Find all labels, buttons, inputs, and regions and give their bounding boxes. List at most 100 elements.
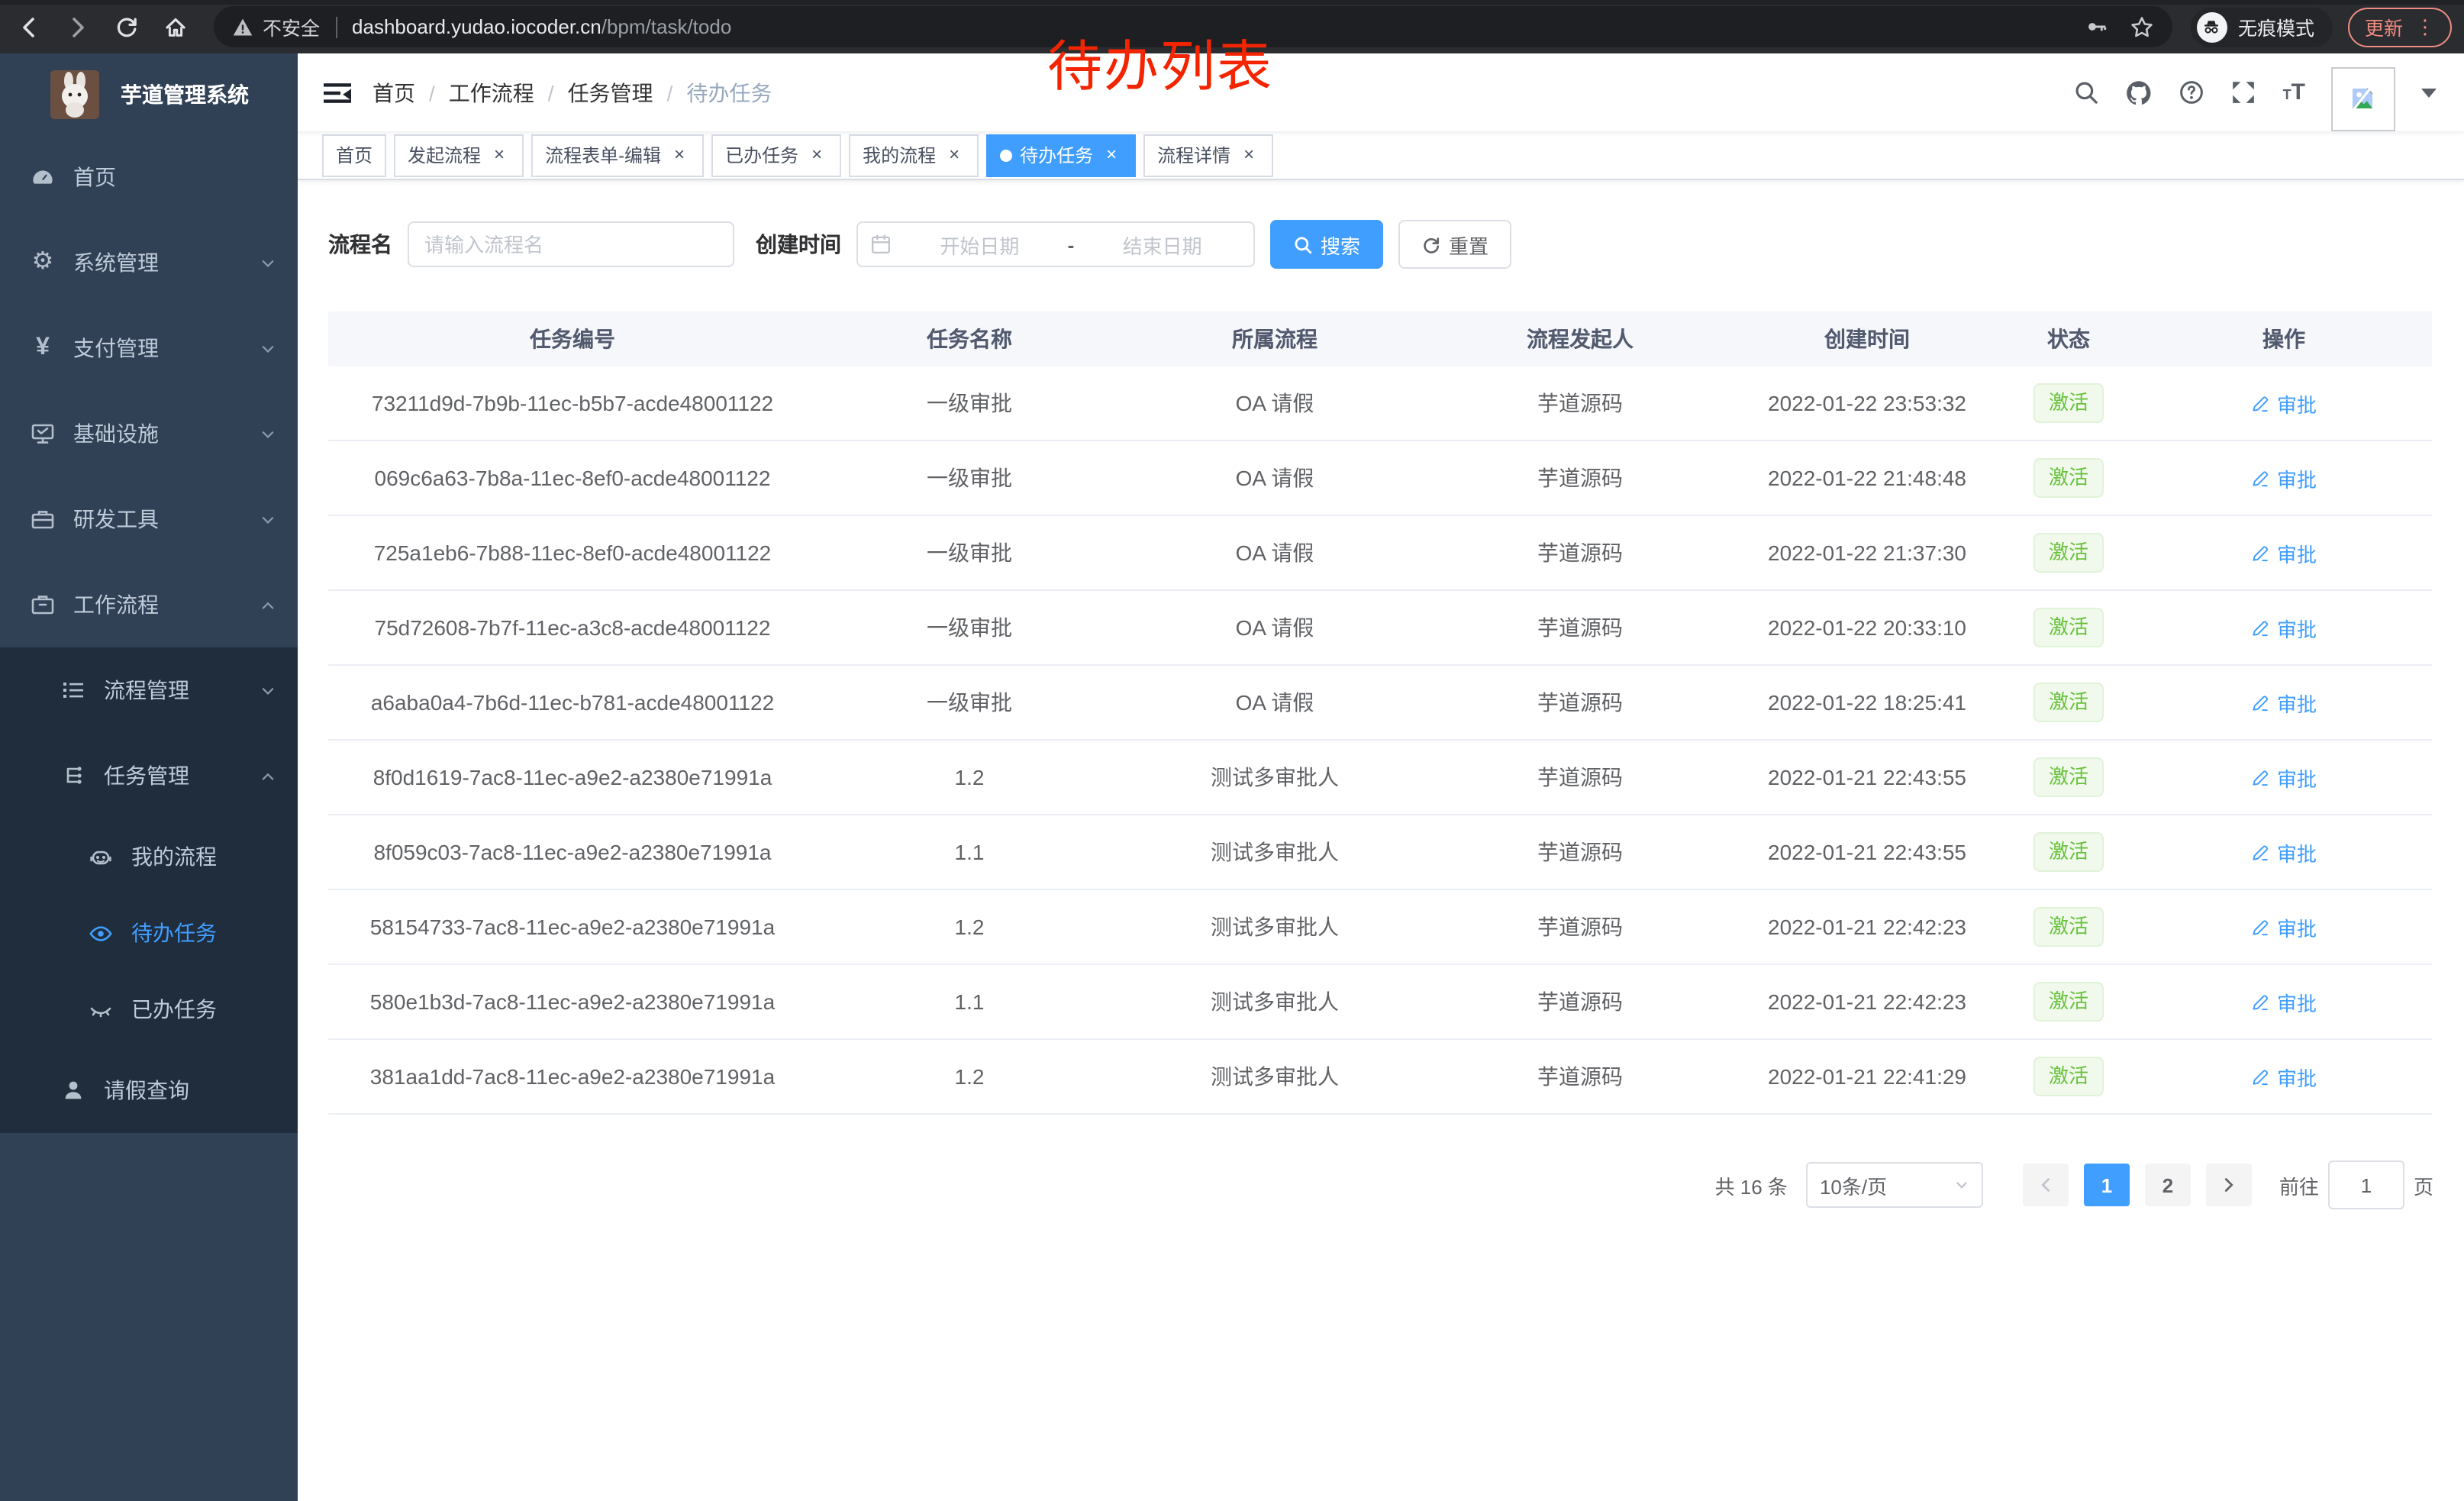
table-row: 580e1b3d-7ac8-11ec-a9e2-a2380e71991a 1.1… [328, 965, 2432, 1040]
approve-button[interactable]: 审批 [2251, 389, 2317, 418]
sidebar-item-todo-tasks[interactable]: 待办任务 [0, 895, 298, 971]
url-path: /bpm/task/todo [601, 15, 732, 38]
security-label: 不安全 [263, 12, 320, 41]
approve-button[interactable]: 审批 [2251, 838, 2317, 867]
prev-page-button[interactable] [2023, 1164, 2069, 1206]
breadcrumb-workflow[interactable]: 工作流程 [449, 77, 534, 108]
font-size-icon[interactable]: TT [2283, 79, 2305, 105]
close-icon[interactable]: × [943, 144, 965, 166]
cell-created: 2022-01-22 20:33:10 [1733, 615, 2001, 640]
close-icon[interactable]: × [1101, 144, 1122, 166]
table-row: 73211d9d-7b9b-11ec-b5b7-acde48001122 一级审… [328, 366, 2432, 441]
browser-menu-dots-icon[interactable]: ⋮ [2415, 15, 2435, 39]
eye-closed-icon [89, 996, 113, 1022]
edit-pen-icon [2251, 468, 2271, 488]
page-size-select[interactable]: 10条/页 [1806, 1162, 1983, 1208]
fullscreen-icon[interactable] [2231, 79, 2257, 105]
approve-button[interactable]: 审批 [2251, 912, 2317, 941]
tab-todo-tasks[interactable]: 待办任务× [986, 134, 1136, 176]
bookmark-star-icon[interactable] [2130, 15, 2154, 39]
sidebar-item-process-management[interactable]: 流程管理 [0, 647, 298, 733]
pagination: 共 16 条 10条/页 1 2 前往 页 [328, 1160, 2433, 1209]
sidebar-item-my-process[interactable]: 我的流程 [0, 818, 298, 895]
sidebar-item-label: 研发工具 [73, 504, 159, 534]
status-badge: 激活 [2033, 907, 2104, 947]
github-icon[interactable] [2126, 79, 2153, 106]
edit-pen-icon [2251, 767, 2271, 787]
sidebar-item-leave-query[interactable]: 请假查询 [0, 1047, 298, 1133]
sidebar-item-workflow[interactable]: 工作流程 [0, 562, 298, 647]
page-button-2[interactable]: 2 [2145, 1164, 2191, 1206]
sidebar-item-payment[interactable]: ¥ 支付管理 [0, 305, 298, 391]
process-name-label: 流程名 [328, 229, 392, 260]
sidebar-item-infrastructure[interactable]: 基础设施 [0, 391, 298, 476]
reset-button[interactable]: 重置 [1398, 220, 1511, 269]
breadcrumb-separator: / [667, 80, 673, 105]
toolbox-icon [31, 507, 55, 531]
tab-label: 我的流程 [863, 142, 936, 168]
edit-pen-icon [2251, 917, 2271, 937]
sidebar-item-label: 我的流程 [131, 841, 217, 872]
status-badge: 激活 [2033, 683, 2104, 722]
table-row: 8f059c03-7ac8-11ec-a9e2-a2380e71991a 1.1… [328, 815, 2432, 890]
approve-button[interactable]: 审批 [2251, 987, 2317, 1016]
avatar[interactable] [2331, 66, 2395, 131]
approve-button[interactable]: 审批 [2251, 463, 2317, 492]
close-icon[interactable]: × [806, 144, 827, 166]
tab-home[interactable]: 首页× [322, 134, 386, 176]
goto-page-input[interactable] [2328, 1160, 2404, 1209]
cell-task-id: 069c6a63-7b8a-11ec-8ef0-acde48001122 [328, 466, 817, 490]
tab-done-tasks[interactable]: 已办任务× [711, 134, 841, 176]
close-icon[interactable]: × [489, 144, 510, 166]
browser-forward-icon[interactable] [58, 7, 98, 47]
sidebar-item-system[interactable]: ⚙ 系统管理 [0, 220, 298, 305]
active-dot-icon [1000, 149, 1012, 161]
tab-start-process[interactable]: 发起流程 × [394, 134, 524, 176]
browser-update-button[interactable]: 更新 ⋮ [2348, 7, 2452, 47]
breadcrumb-separator: / [429, 80, 435, 105]
browser-reload-icon[interactable] [107, 7, 147, 47]
approve-button[interactable]: 审批 [2251, 1062, 2317, 1091]
close-icon[interactable]: × [669, 144, 690, 166]
cell-task-name: 1.2 [817, 765, 1122, 789]
page-button-1[interactable]: 1 [2084, 1164, 2130, 1206]
approve-button[interactable]: 审批 [2251, 613, 2317, 642]
sidebar-collapse-icon[interactable] [298, 53, 373, 131]
process-name-input[interactable] [408, 221, 734, 267]
approve-button[interactable]: 审批 [2251, 688, 2317, 717]
breadcrumb-task-management[interactable]: 任务管理 [568, 77, 653, 108]
approve-label: 审批 [2277, 688, 2317, 717]
help-icon[interactable] [2179, 79, 2205, 105]
cell-task-name: 一级审批 [817, 687, 1122, 718]
sidebar-item-home[interactable]: 首页 [0, 134, 298, 220]
close-icon[interactable]: × [1238, 144, 1259, 166]
key-icon[interactable] [2085, 15, 2108, 38]
tab-process-detail[interactable]: 流程详情× [1143, 134, 1273, 176]
browser-home-icon[interactable] [156, 7, 195, 47]
tab-process-form-edit[interactable]: 流程表单-编辑× [531, 134, 704, 176]
approve-label: 审批 [2277, 613, 2317, 642]
page-size-value: 10条/页 [1820, 1170, 1887, 1199]
search-button[interactable]: 搜索 [1270, 220, 1383, 269]
tab-label: 发起流程 [408, 142, 481, 168]
cell-initiator: 芋道源码 [1427, 537, 1733, 568]
sidebar-item-dev-tools[interactable]: 研发工具 [0, 476, 298, 562]
date-range-picker[interactable]: 开始日期 - 结束日期 [856, 221, 1255, 267]
app-title: 芋道管理系统 [121, 79, 249, 109]
sidebar-item-done-tasks[interactable]: 已办任务 [0, 971, 298, 1047]
sidebar-item-task-management[interactable]: 任务管理 [0, 733, 298, 818]
cell-initiator: 芋道源码 [1427, 388, 1733, 418]
avatar-dropdown-caret-icon[interactable] [2421, 88, 2437, 97]
cell-process: OA 请假 [1122, 612, 1427, 643]
cell-process: OA 请假 [1122, 537, 1427, 568]
next-page-button[interactable] [2206, 1164, 2252, 1206]
sidebar-item-label: 请假查询 [104, 1075, 189, 1106]
approve-button[interactable]: 审批 [2251, 763, 2317, 792]
search-icon[interactable] [2074, 79, 2100, 105]
status-badge: 激活 [2033, 1057, 2104, 1096]
breadcrumb-home[interactable]: 首页 [373, 77, 415, 108]
browser-back-icon[interactable] [9, 7, 49, 47]
app-logo[interactable]: 芋道管理系统 [0, 53, 298, 134]
approve-button[interactable]: 审批 [2251, 538, 2317, 567]
tab-my-process[interactable]: 我的流程 × [849, 134, 979, 176]
